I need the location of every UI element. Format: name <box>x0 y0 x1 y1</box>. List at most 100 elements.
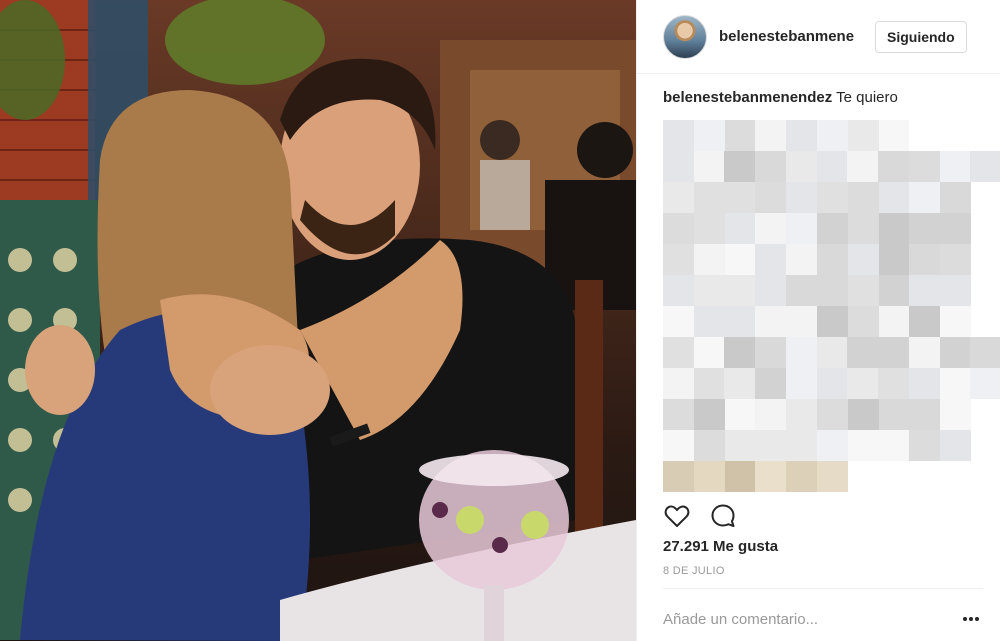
blurred-cell <box>909 244 941 275</box>
blurred-cell <box>724 306 756 337</box>
blurred-cell <box>755 306 787 337</box>
blurred-row <box>663 182 1000 213</box>
like-count[interactable]: 27.291 Me gusta <box>663 538 778 555</box>
blurred-cell <box>878 213 910 244</box>
blurred-cell <box>816 151 848 182</box>
blurred-cell <box>908 337 940 368</box>
blurred-cell <box>816 213 848 244</box>
blurred-cell <box>878 337 909 368</box>
blurred-cell <box>847 399 879 430</box>
blurred-cell <box>724 461 756 492</box>
blurred-cell <box>755 461 787 492</box>
divider <box>663 588 983 589</box>
blurred-cell <box>909 399 941 430</box>
instagram-post: belenestebanmenendez Siguiendo beleneste… <box>0 0 1000 641</box>
blurred-cell <box>939 151 971 182</box>
blurred-cell <box>970 368 1000 399</box>
blurred-cell <box>909 430 941 461</box>
blurred-cell <box>693 306 725 337</box>
blurred-cell <box>940 306 971 337</box>
more-dots-icon[interactable] <box>959 607 983 631</box>
blurred-cell <box>878 275 910 306</box>
blurred-cell <box>663 275 694 306</box>
blurred-cell <box>724 182 756 213</box>
blurred-cell <box>878 306 910 337</box>
blurred-cell <box>816 244 848 275</box>
blurred-cell <box>908 151 940 182</box>
blurred-cell <box>786 399 817 430</box>
blurred-cell <box>816 120 848 151</box>
blurred-cell <box>663 151 694 182</box>
blurred-cell <box>786 275 817 306</box>
blurred-cell <box>663 368 694 399</box>
blurred-cell <box>878 120 910 151</box>
post-photo[interactable] <box>0 0 636 641</box>
blurred-row <box>663 461 1000 492</box>
comment-row <box>663 598 983 640</box>
post-actions <box>663 500 983 532</box>
post-date[interactable]: 8 DE JULIO <box>663 565 725 577</box>
blurred-cell <box>847 368 879 399</box>
blurred-cell <box>755 151 786 182</box>
blurred-cell <box>724 151 756 182</box>
blurred-cell <box>847 182 879 213</box>
blurred-comments <box>663 120 1000 492</box>
blurred-cell <box>970 151 1000 182</box>
blurred-row <box>663 306 1000 337</box>
blurred-cell <box>786 213 817 244</box>
blurred-cell <box>816 337 848 368</box>
blurred-cell <box>909 213 941 244</box>
blurred-cell <box>724 337 756 368</box>
blurred-cell <box>786 120 817 151</box>
blurred-row <box>663 368 1000 399</box>
blurred-cell <box>755 368 786 399</box>
blurred-cell <box>724 120 756 151</box>
blurred-cell <box>755 430 787 461</box>
blurred-cell <box>786 461 817 492</box>
blurred-cell <box>693 430 725 461</box>
blurred-cell <box>878 244 910 275</box>
blurred-cell <box>878 399 910 430</box>
blurred-cell <box>847 430 879 461</box>
blurred-cell <box>816 461 848 492</box>
caption-username[interactable]: belenestebanmenendez <box>663 89 832 106</box>
blurred-cell <box>816 399 848 430</box>
blurred-cell <box>663 337 694 368</box>
blurred-cell <box>909 275 941 306</box>
header-username[interactable]: belenestebanmenendez <box>719 28 855 45</box>
avatar[interactable] <box>663 14 707 59</box>
blurred-cell <box>693 120 725 151</box>
blurred-cell <box>663 461 694 492</box>
comment-input[interactable] <box>663 610 959 628</box>
blurred-cell <box>816 306 848 337</box>
blurred-cell <box>755 275 787 306</box>
blurred-cell <box>663 306 694 337</box>
blurred-cell <box>940 244 971 275</box>
comment-bubble-icon[interactable] <box>709 502 737 530</box>
blurred-row <box>663 275 1000 306</box>
blurred-cell <box>816 368 848 399</box>
blurred-cell <box>663 213 694 244</box>
blurred-cell <box>939 368 971 399</box>
blurred-cell <box>847 151 879 182</box>
blurred-cell <box>785 368 817 399</box>
blurred-row <box>663 120 1000 151</box>
blurred-cell <box>663 120 694 151</box>
blurred-cell <box>755 120 787 151</box>
blurred-cell <box>878 182 910 213</box>
blurred-cell <box>847 306 879 337</box>
blurred-row <box>663 151 1000 182</box>
blurred-cell <box>693 151 725 182</box>
blurred-cell <box>693 368 725 399</box>
blurred-cell <box>693 244 725 275</box>
blurred-cell <box>693 399 725 430</box>
blurred-cell <box>940 213 971 244</box>
blurred-cell <box>724 368 756 399</box>
blurred-cell <box>785 151 817 182</box>
blurred-cell <box>909 182 941 213</box>
following-button[interactable]: Siguiendo <box>875 20 967 53</box>
blurred-cell <box>847 275 879 306</box>
blurred-cell <box>693 182 725 213</box>
blurred-cell <box>724 275 756 306</box>
heart-icon[interactable] <box>663 502 691 530</box>
